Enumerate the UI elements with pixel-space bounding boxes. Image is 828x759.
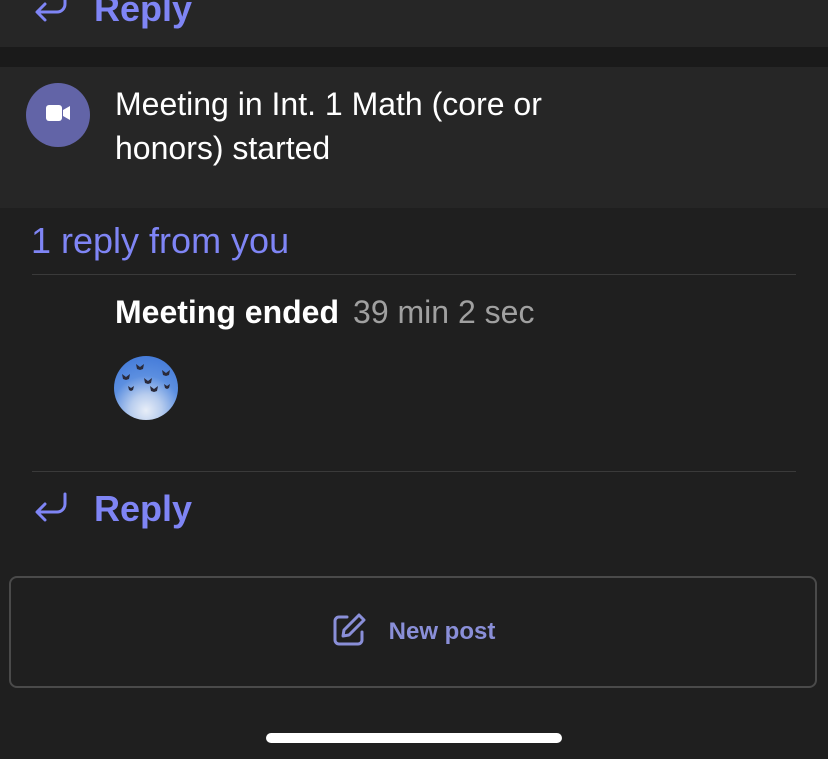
- reply-label: Reply: [94, 488, 193, 529]
- participant-avatar[interactable]: [114, 356, 178, 420]
- replies-summary-link[interactable]: 1 reply from you: [31, 220, 289, 262]
- meeting-duration: 39 min 2 sec: [353, 294, 535, 330]
- reply-label: Reply: [94, 0, 193, 29]
- reply-arrow-icon: [32, 0, 70, 28]
- new-post-button[interactable]: New post: [9, 576, 817, 688]
- top-reply-button[interactable]: Reply: [32, 0, 192, 30]
- section-separator: [0, 47, 828, 67]
- butterflies-icon: [122, 364, 170, 392]
- reply-button[interactable]: Reply: [32, 488, 192, 530]
- meeting-avatar: [26, 83, 90, 147]
- video-camera-icon: [45, 102, 71, 129]
- meeting-ended-label: Meeting ended: [115, 294, 340, 330]
- compose-icon: [331, 612, 367, 653]
- reply-arrow-icon: [32, 491, 70, 528]
- divider: [32, 274, 796, 275]
- meeting-ended-message: Meeting ended 39 min 2 sec: [115, 294, 534, 331]
- meeting-title: Meeting in Int. 1 Math (core or honors) …: [115, 86, 542, 166]
- home-indicator[interactable]: [266, 733, 562, 743]
- new-post-label: New post: [388, 618, 496, 645]
- divider: [32, 471, 796, 472]
